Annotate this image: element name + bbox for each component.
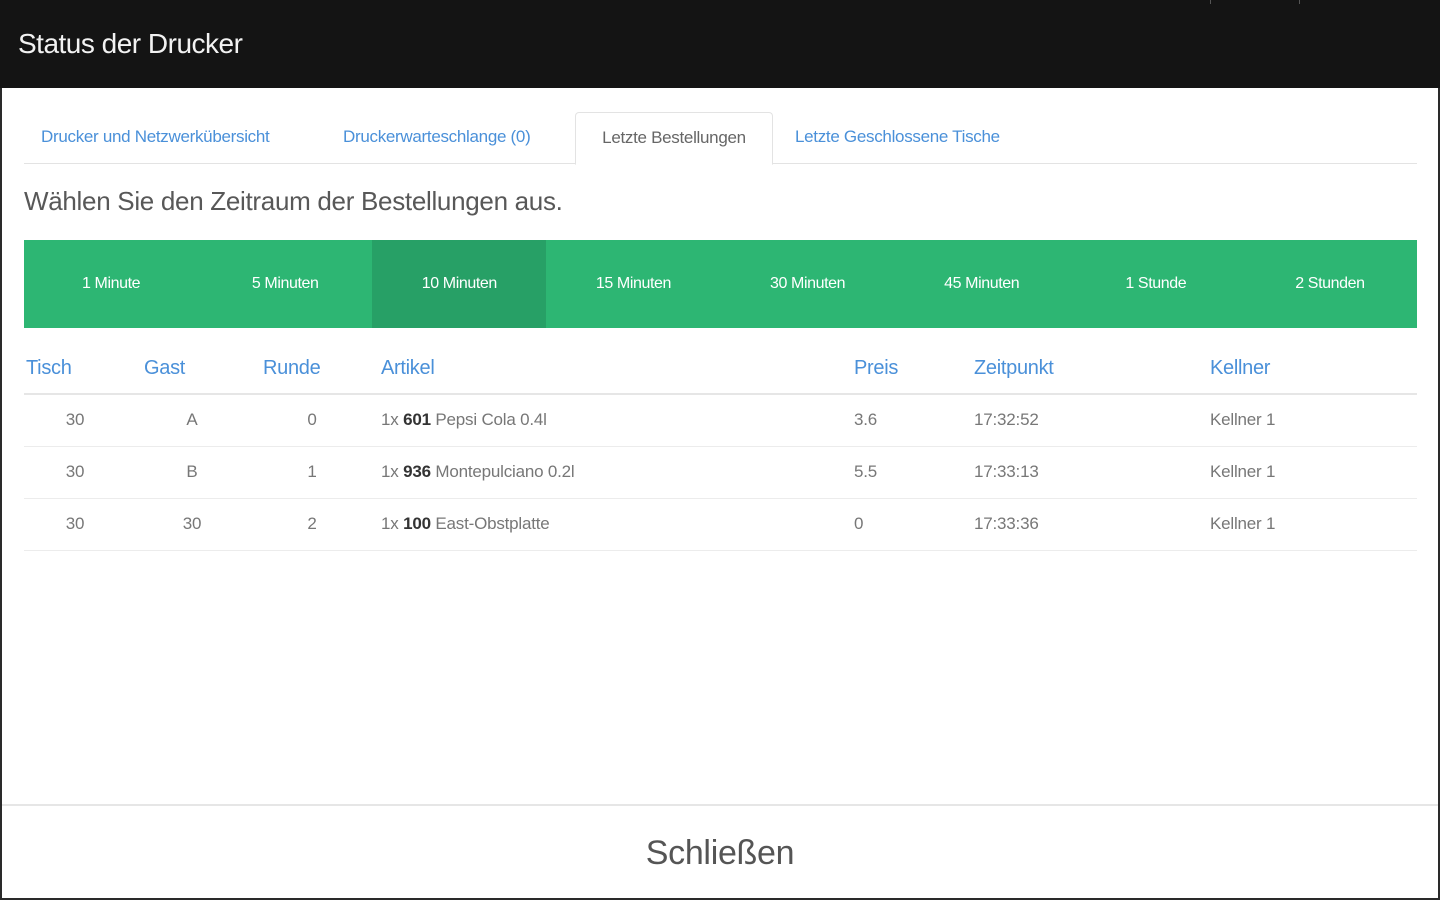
- cell-preis: 5.5: [851, 446, 971, 499]
- dialog-footer: Schließen: [2, 804, 1438, 898]
- range-1-minute-button[interactable]: 1 Minute: [24, 240, 198, 328]
- article-name: East-Obstplatte: [435, 514, 550, 533]
- cell-runde: 2: [260, 498, 378, 551]
- cell-zeitpunkt: 17:32:52: [971, 394, 1207, 447]
- article-code: 100: [403, 514, 431, 533]
- window-title: Status der Drucker: [18, 28, 243, 59]
- column-header-preis[interactable]: Preis: [851, 344, 971, 395]
- time-range-selector: 1 Minute 5 Minuten 10 Minuten 15 Minuten…: [24, 240, 1417, 328]
- article-quantity: 1x: [381, 514, 399, 533]
- column-header-tisch[interactable]: Tisch: [24, 344, 142, 395]
- cell-tisch: 30: [24, 394, 142, 447]
- cell-zeitpunkt: 17:33:13: [971, 446, 1207, 499]
- table-row: 30 30 2 1x 100 East-Obstplatte 0 17:33:3…: [24, 498, 1417, 551]
- tab-printer-network-overview[interactable]: Drucker und Netzwerkübersicht: [41, 112, 270, 164]
- article-code: 936: [403, 462, 431, 481]
- cell-artikel: 1x 601 Pepsi Cola 0.4l: [378, 394, 851, 447]
- table-row: 30 B 1 1x 936 Montepulciano 0.2l 5.5 17:…: [24, 446, 1417, 499]
- range-45-minutes-button[interactable]: 45 Minuten: [895, 240, 1069, 328]
- article-code: 601: [403, 410, 431, 430]
- table-row: 30 A 0 1x 601 Pepsi Cola 0.4l 3.6 17:32:…: [24, 394, 1417, 447]
- cell-artikel: 1x 100 East-Obstplatte: [378, 498, 851, 551]
- column-header-runde[interactable]: Runde: [260, 344, 378, 395]
- cell-preis: 3.6: [851, 394, 971, 447]
- tab-printer-queue[interactable]: Druckerwarteschlange (0): [343, 112, 531, 164]
- cell-artikel: 1x 936 Montepulciano 0.2l: [378, 446, 851, 499]
- article-quantity: 1x: [381, 462, 399, 481]
- cell-runde: 1: [260, 446, 378, 499]
- column-header-artikel[interactable]: Artikel: [378, 344, 851, 395]
- orders-table: Tisch Gast Runde Artikel Preis Zeitpunkt…: [24, 344, 1417, 551]
- cell-kellner: Kellner 1: [1207, 446, 1417, 499]
- range-5-minutes-button[interactable]: 5 Minuten: [198, 240, 372, 328]
- range-10-minutes-button[interactable]: 10 Minuten: [372, 240, 547, 328]
- cell-gast: A: [142, 394, 260, 447]
- article-quantity: 1x: [381, 410, 399, 430]
- cell-gast: 30: [142, 498, 260, 551]
- tab-bar: Drucker und Netzwerkübersicht Druckerwar…: [24, 112, 1417, 165]
- cell-kellner: Kellner 1: [1207, 394, 1417, 447]
- tab-recent-orders[interactable]: Letzte Bestellungen: [575, 112, 773, 165]
- cell-kellner: Kellner 1: [1207, 498, 1417, 551]
- period-prompt: Wählen Sie den Zeitraum der Bestellungen…: [24, 186, 563, 216]
- header-bar: Status der Drucker: [0, 0, 1440, 88]
- range-1-hour-button[interactable]: 1 Stunde: [1069, 240, 1243, 328]
- cell-zeitpunkt: 17:33:36: [971, 498, 1207, 551]
- cell-preis: 0: [851, 498, 971, 551]
- header-divider-marks: [1210, 0, 1300, 4]
- tab-recently-closed-tables[interactable]: Letzte Geschlossene Tische: [795, 112, 1000, 164]
- table-header-row: Tisch Gast Runde Artikel Preis Zeitpunkt…: [24, 344, 1417, 395]
- column-header-gast[interactable]: Gast: [142, 344, 260, 395]
- cell-tisch: 30: [24, 498, 142, 551]
- cell-gast: B: [142, 446, 260, 499]
- article-name: Pepsi Cola 0.4l: [435, 410, 547, 430]
- cell-runde: 0: [260, 394, 378, 447]
- range-30-minutes-button[interactable]: 30 Minuten: [721, 240, 895, 328]
- range-15-minutes-button[interactable]: 15 Minuten: [546, 240, 720, 328]
- close-button[interactable]: Schließen: [2, 806, 1438, 900]
- column-header-zeitpunkt[interactable]: Zeitpunkt: [971, 344, 1207, 395]
- article-name: Montepulciano 0.2l: [435, 462, 575, 481]
- range-2-hours-button[interactable]: 2 Stunden: [1243, 240, 1417, 328]
- column-header-kellner[interactable]: Kellner: [1207, 344, 1417, 395]
- cell-tisch: 30: [24, 446, 142, 499]
